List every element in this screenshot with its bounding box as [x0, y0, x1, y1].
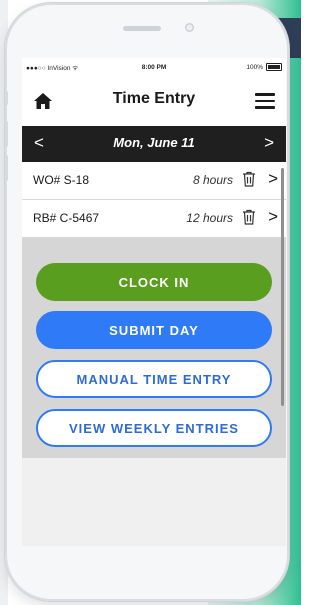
entry-hours: 12 hours	[186, 211, 233, 225]
menu-line	[255, 99, 275, 102]
battery-status: 100%	[246, 63, 282, 71]
menu-line	[255, 106, 275, 109]
chevron-right-icon[interactable]: >	[268, 208, 278, 226]
current-date: Mon, June 11	[113, 135, 195, 150]
status-bar: ●●●○○ InVision ᯤ 8:00 PM 100%	[22, 58, 286, 76]
scrollbar[interactable]	[281, 168, 284, 406]
date-navigator: < Mon, June 11 >	[22, 126, 286, 162]
menu-line	[255, 93, 275, 96]
page-title: Time Entry	[112, 90, 196, 107]
submit-day-button[interactable]: SUBMIT DAY	[36, 311, 272, 349]
trash-icon[interactable]	[242, 171, 256, 187]
entry-hours: 8 hours	[192, 173, 233, 187]
time-entry-row[interactable]: WO# S-18 8 hours >	[22, 162, 286, 200]
clock-in-button[interactable]: CLOCK IN	[36, 263, 272, 301]
volume-down-button	[5, 155, 8, 181]
empty-area	[22, 458, 286, 546]
entry-label: RB# C-5467	[33, 211, 100, 225]
mute-switch	[5, 91, 8, 105]
manual-time-entry-button[interactable]: MANUAL TIME ENTRY	[36, 360, 272, 398]
phone-frame: ●●●○○ InVision ᯤ 8:00 PM 100% Time Entry…	[5, 3, 289, 601]
battery-icon	[266, 63, 282, 71]
volume-up-button	[5, 121, 8, 147]
front-camera	[185, 23, 194, 32]
app-header: Time Entry	[22, 76, 286, 126]
speaker-grille	[123, 26, 161, 31]
chevron-right-icon[interactable]: >	[268, 170, 278, 188]
time-entry-row[interactable]: RB# C-5467 12 hours >	[22, 200, 286, 238]
next-day-button[interactable]: >	[264, 133, 274, 153]
entry-label: WO# S-18	[33, 173, 90, 187]
trash-icon[interactable]	[242, 209, 256, 225]
hamburger-menu-icon[interactable]	[255, 93, 275, 109]
battery-percent: 100%	[246, 63, 263, 71]
view-weekly-entries-button[interactable]: VIEW WEEKLY ENTRIES	[36, 409, 272, 447]
phone-screen: ●●●○○ InVision ᯤ 8:00 PM 100% Time Entry…	[22, 58, 286, 546]
